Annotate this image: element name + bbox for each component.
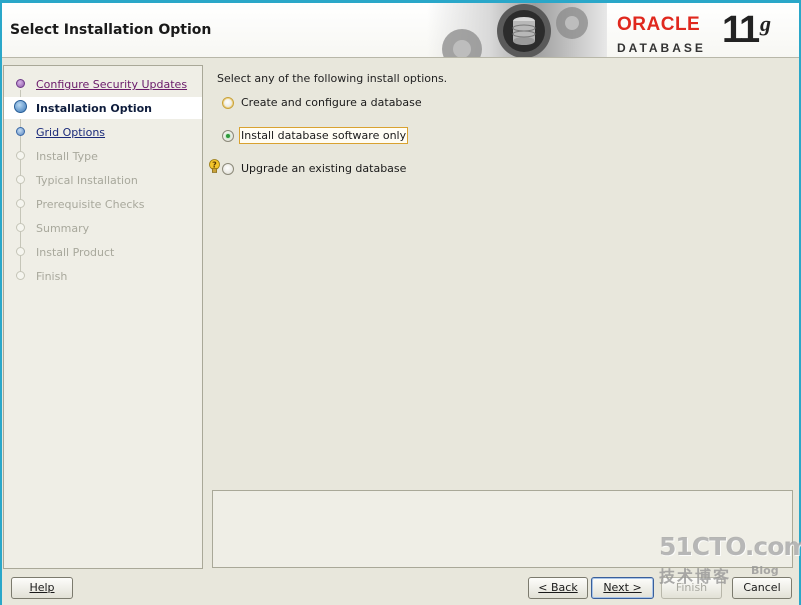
radio-button[interactable]: [222, 163, 234, 175]
step-label: Finish: [36, 270, 68, 283]
step-label: Summary: [36, 222, 90, 235]
step-finish: Finish: [4, 265, 202, 287]
step-prerequisite-checks: Prerequisite Checks: [4, 193, 202, 215]
content-area: Select any of the following install opti…: [202, 57, 799, 568]
header: Select Installation Option ORACLE DATABA…: [2, 3, 799, 58]
svg-text:?: ?: [212, 161, 217, 170]
step-done-icon: [16, 79, 25, 88]
step-disabled-icon: [16, 175, 25, 184]
option-label[interactable]: Install database software only: [239, 127, 409, 144]
step-current-icon: [14, 100, 27, 113]
option-label[interactable]: Create and configure a database: [239, 96, 424, 109]
cancel-button[interactable]: Cancel: [732, 577, 792, 599]
help-button[interactable]: Help: [11, 577, 73, 599]
step-label: Installation Option: [36, 102, 153, 115]
step-disabled-icon: [16, 223, 25, 232]
step-installation-option[interactable]: Installation Option: [4, 97, 202, 119]
step-disabled-icon: [16, 151, 25, 160]
database-wordmark: DATABASE: [617, 41, 706, 55]
lightbulb-icon: ?: [209, 159, 220, 175]
next-button[interactable]: Next >: [591, 577, 654, 599]
step-disabled-icon: [16, 199, 25, 208]
page-title: Select Installation Option: [10, 22, 212, 38]
database-gears-graphic: [427, 3, 607, 57]
step-typical-installation: Typical Installation: [4, 169, 202, 191]
radio-button-selected[interactable]: [222, 130, 234, 142]
option-label[interactable]: Upgrade an existing database: [239, 162, 408, 175]
step-install-product: Install Product: [4, 241, 202, 263]
step-disabled-icon: [16, 247, 25, 256]
step-install-type: Install Type: [4, 145, 202, 167]
version-suffix: g: [760, 11, 771, 36]
step-label: Install Type: [36, 150, 98, 163]
step-disabled-icon: [16, 271, 25, 280]
radio-button[interactable]: [222, 97, 234, 109]
finish-button: Finish: [661, 577, 722, 599]
message-pane: [212, 490, 793, 568]
steps-navigation: Configure Security Updates Installation …: [3, 65, 203, 569]
version-number: 11: [722, 9, 760, 51]
step-label: Prerequisite Checks: [36, 198, 145, 211]
instructions-text: Select any of the following install opti…: [217, 72, 448, 85]
step-label: Typical Installation: [36, 174, 138, 187]
step-pending-icon: [16, 127, 25, 136]
step-label[interactable]: Configure Security Updates: [36, 78, 187, 91]
step-configure-security-updates[interactable]: Configure Security Updates: [4, 73, 202, 95]
step-label: Install Product: [36, 246, 115, 259]
step-grid-options[interactable]: Grid Options: [4, 121, 202, 143]
oracle-wordmark: ORACLE: [617, 14, 701, 35]
step-label[interactable]: Grid Options: [36, 126, 105, 139]
oracle-logo: ORACLE DATABASE 11 g: [614, 9, 794, 57]
back-button[interactable]: < Back: [528, 577, 588, 599]
step-summary: Summary: [4, 217, 202, 239]
